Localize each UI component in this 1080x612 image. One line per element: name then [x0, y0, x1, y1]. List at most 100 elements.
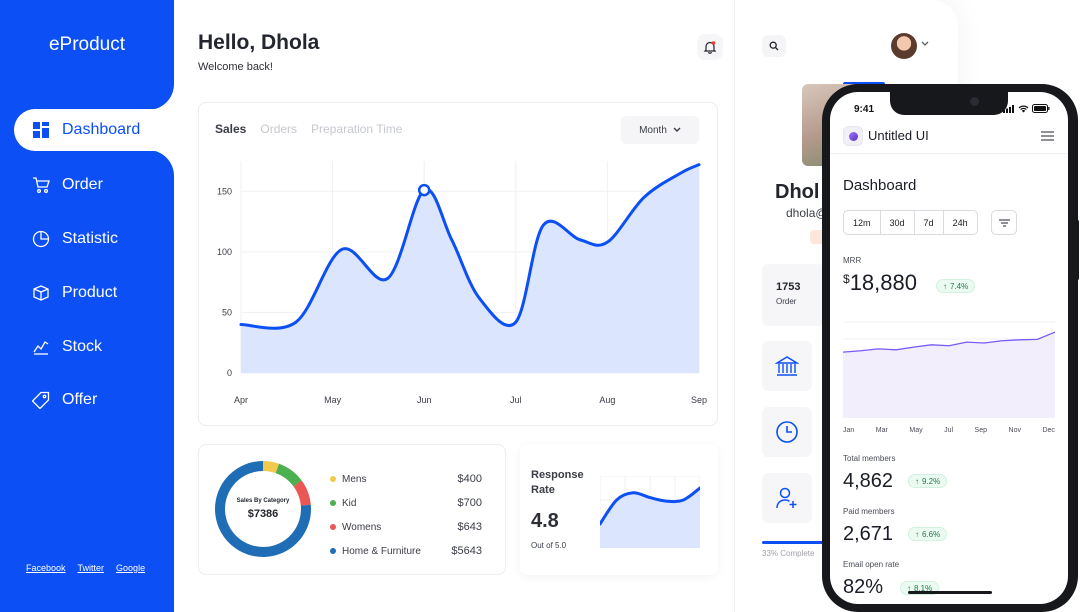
total-members-change-badge: ↑ 9.2% [908, 474, 948, 488]
box-icon [32, 284, 50, 302]
donut-title: Sales By Category [236, 498, 290, 504]
mrr-area [843, 332, 1055, 418]
sidebar-item-product[interactable]: Product [14, 272, 117, 314]
wifi-icon [1018, 105, 1029, 112]
filter-button[interactable] [991, 210, 1017, 235]
mrr-label: MRR [843, 256, 862, 265]
tab-preparation-time[interactable]: Preparation Time [311, 122, 402, 136]
panel-divider [734, 0, 735, 612]
sales-chart: Apr May Jun Jul Aug Sep 0 50 100 150 [217, 161, 707, 405]
x-tick-label: Sep [691, 395, 707, 405]
sidebar-item-label: Offer [62, 391, 98, 408]
range-24h[interactable]: 24h [944, 211, 977, 234]
range-selector: 12m 30d 7d 24h [843, 210, 978, 235]
order-label: Order [776, 297, 797, 306]
sidebar-item-label: Dashboard [62, 121, 141, 138]
period-dropdown-label: Month [639, 124, 667, 136]
y-tick-label: 0 [227, 368, 232, 378]
untitled-logo-icon[interactable] [844, 127, 862, 145]
arrow-up-icon: ↑ [915, 529, 919, 539]
x-tick-label: Apr [234, 395, 248, 405]
twitter-link[interactable]: Twitter [78, 563, 105, 573]
month-label: Dec [1042, 427, 1055, 434]
social-links: Facebook Twitter Google [26, 563, 145, 573]
profile-name: Dhol [775, 181, 820, 203]
legend-item: Mens $400 [330, 467, 482, 491]
legend-name: Home & Furniture [342, 545, 421, 557]
app-name: Untitled UI [868, 128, 929, 143]
sidebar-item-stock[interactable]: Stock [14, 326, 102, 368]
range-12m[interactable]: 12m [844, 211, 881, 234]
mrr-month-axis: Jan Mar May Jul Sep Nov Dec [843, 427, 1055, 434]
legend-dot [330, 524, 336, 530]
avatar[interactable] [891, 33, 917, 59]
paid-members-change-badge: ↑ 6.6% [908, 527, 948, 541]
sidebar-item-statistic[interactable]: Statistic [14, 218, 118, 260]
tab-orders[interactable]: Orders [260, 122, 297, 136]
bank-tile[interactable] [762, 341, 812, 391]
legend-dot [330, 548, 336, 554]
tag-icon [32, 391, 50, 409]
mrr-value: $18,880 [843, 270, 917, 296]
brand-logo[interactable]: eProduct [0, 34, 174, 56]
sales-by-category-card: Sales By Category $7386 Mens $400 Kid $7… [198, 444, 506, 575]
month-label: Sep [974, 427, 988, 434]
search-button[interactable] [762, 35, 786, 57]
hamburger-menu-icon[interactable] [1041, 131, 1054, 141]
month-label: Jul [944, 427, 954, 434]
order-stat-box: 1753 Order [762, 264, 824, 326]
response-rate-chart [600, 476, 700, 548]
clock-tile[interactable] [762, 407, 812, 457]
sidebar-item-dashboard[interactable]: Dashboard [14, 109, 174, 151]
month-label: Nov [1008, 427, 1021, 434]
range-30d[interactable]: 30d [881, 211, 915, 234]
sidebar-notch-bottom [148, 150, 174, 178]
cart-icon [32, 176, 50, 194]
mrr-amount: 18,880 [849, 270, 917, 295]
mrr-change-badge: ↑ 7.4% [936, 279, 976, 293]
sidebar-item-label: Product [62, 284, 118, 301]
search-icon [769, 41, 779, 51]
google-link[interactable]: Google [116, 563, 145, 573]
sales-area [241, 164, 699, 373]
sidebar-item-order[interactable]: Order [14, 164, 103, 206]
phone-side-button [1076, 220, 1079, 280]
stock-icon [32, 338, 50, 356]
arrow-up-icon: ↑ [915, 476, 919, 486]
facebook-link[interactable]: Facebook [26, 563, 66, 573]
legend-dot [330, 476, 336, 482]
response-rate-card: Response Rate 4.8 Out of 5.0 [520, 444, 718, 575]
donut-center: Sales By Category $7386 [213, 459, 313, 559]
mrr-change: 7.4% [950, 281, 969, 291]
sales-tabs: Sales Orders Preparation Time [215, 122, 402, 136]
x-tick-label: Aug [599, 395, 615, 405]
month-label: May [909, 427, 923, 434]
donut-total: $7386 [247, 508, 279, 520]
mrr-chart [843, 321, 1055, 418]
email-open-rate-value: 82% [843, 576, 884, 598]
range-7d[interactable]: 7d [915, 211, 944, 234]
legend-dot [330, 500, 336, 506]
sales-card: Apr May Jun Jul Aug Sep 0 50 100 150 Sales Orders… [198, 102, 718, 426]
profile-progress-text: 33% Complete [762, 549, 815, 558]
sales-highlight-point [417, 183, 431, 197]
chevron-down-icon[interactable] [920, 40, 930, 48]
category-legend: Mens $400 Kid $700 Womens $643 Home & Fu… [330, 467, 482, 563]
tab-sales[interactable]: Sales [215, 122, 246, 136]
period-dropdown[interactable]: Month [621, 116, 699, 144]
legend-item: Womens $643 [330, 515, 482, 539]
chevron-down-icon [673, 127, 681, 132]
add-user-tile[interactable] [762, 473, 812, 523]
app-header: Untitled UI [830, 122, 1068, 154]
x-tick-label: Jun [417, 395, 432, 405]
notification-button[interactable] [697, 34, 723, 60]
legend-item: Kid $700 [330, 491, 482, 515]
sidebar-item-offer[interactable]: Offer [14, 379, 97, 421]
pie-chart-icon [32, 230, 50, 248]
legend-amount: $400 [457, 473, 482, 485]
sidebar-notch-top [148, 82, 174, 110]
page-title: Hello, Dhola [198, 31, 320, 54]
legend-amount: $643 [457, 521, 482, 533]
phone-page-title: Dashboard [843, 177, 917, 194]
response-rate-scale: Out of 5.0 [531, 541, 567, 550]
